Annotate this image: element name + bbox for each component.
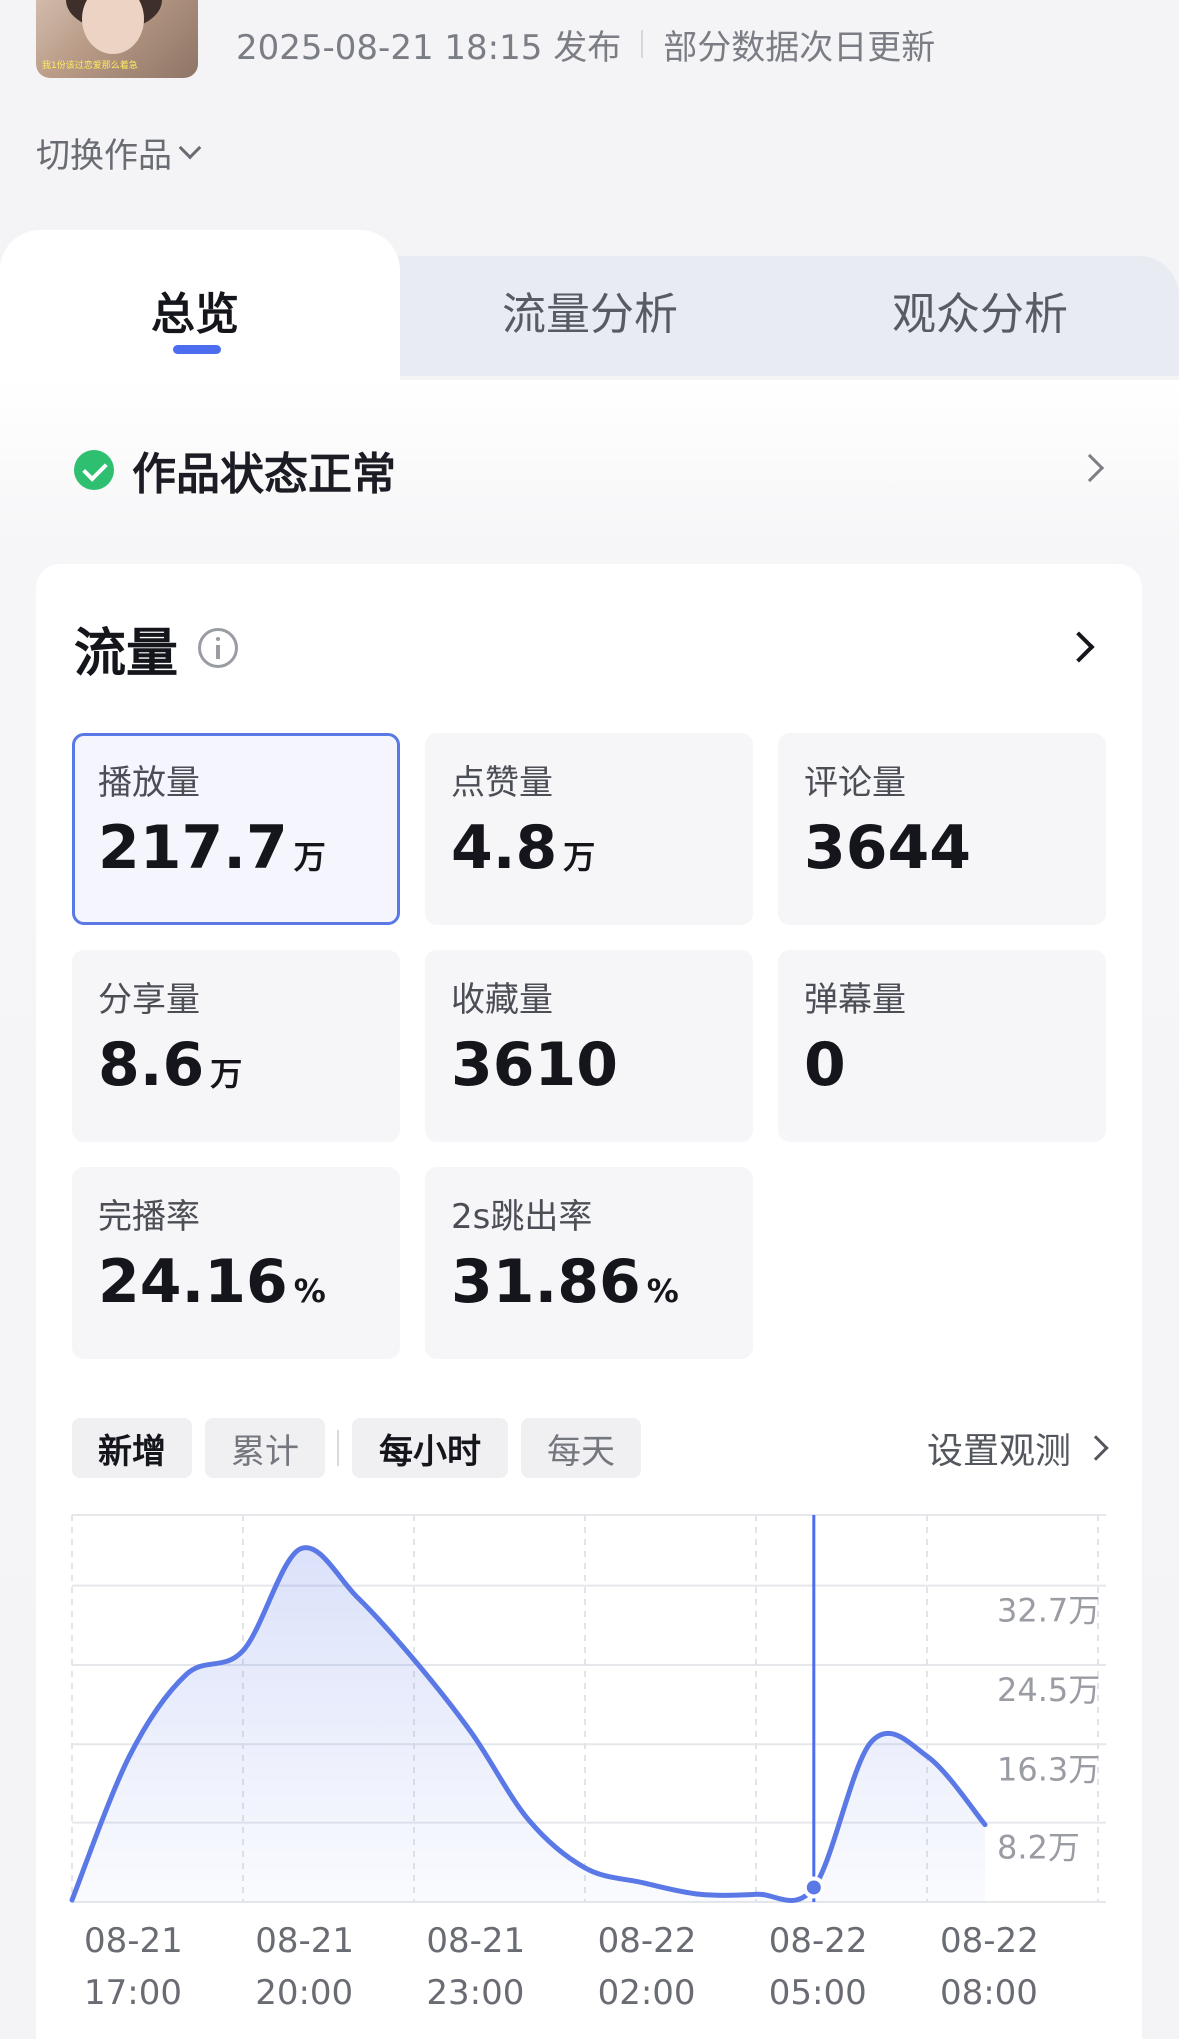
metric-unit: 万 — [293, 838, 326, 876]
metric-unit: % — [293, 1272, 326, 1310]
metric-comments[interactable]: 评论量 3644 — [778, 733, 1106, 925]
chevron-right-icon — [1075, 453, 1105, 483]
x-tick-date: 08-21 — [426, 1921, 525, 1961]
traffic-title: 流量 — [74, 623, 179, 684]
metric-label: 播放量 — [98, 763, 200, 803]
metric-label: 2s跳出率 — [451, 1197, 593, 1237]
x-tick-time: 02:00 — [598, 1973, 696, 2013]
metric-favorites[interactable]: 收藏量 3610 — [425, 950, 753, 1142]
filter-cumulative[interactable]: 累计 — [205, 1418, 325, 1478]
check-circle-icon — [74, 450, 114, 490]
metric-label: 分享量 — [98, 980, 200, 1020]
metric-number: 0 — [804, 1030, 846, 1100]
tab-traffic-analysis[interactable]: 流量分析 — [480, 270, 700, 350]
chevron-right-icon — [1063, 631, 1095, 663]
x-tick-time: 05:00 — [769, 1973, 867, 2013]
set-observe-label: 设置观测 — [926, 1431, 1071, 1472]
y-tick-label: 32.7万 — [997, 1592, 1100, 1630]
metric-bounce-rate[interactable]: 2s跳出率 31.86% — [425, 1167, 753, 1359]
traffic-chart[interactable]: 8.2万 16.3万 24.5万 32.7万 08-21 17:00 08-21 20:00… — [0, 1480, 1179, 2039]
info-icon[interactable] — [198, 628, 239, 668]
work-status-text: 作品状态正常 — [132, 449, 396, 500]
chart-cursor-dot — [802, 1876, 825, 1899]
divider — [641, 30, 644, 58]
metric-unit: % — [646, 1272, 679, 1310]
x-tick-date: 08-22 — [940, 1921, 1039, 1961]
metric-value: 24.16% — [98, 1247, 374, 1326]
metric-completion-rate[interactable]: 完播率 24.16% — [72, 1167, 400, 1359]
chevron-right-icon — [1083, 1435, 1109, 1461]
publish-time: 2025-08-21 18:15 发布 — [236, 27, 622, 68]
metric-plays[interactable]: 播放量 217.7 万 — [72, 733, 400, 925]
thumbnail-caption: 我1份该过恋爱那么着急 — [42, 61, 138, 71]
metric-value: 31.86% — [451, 1247, 727, 1326]
metric-number: 4.8 — [451, 813, 558, 883]
metric-value: 8.6 万 — [98, 1030, 374, 1109]
metric-label: 点赞量 — [451, 763, 553, 803]
x-axis: 08-21 17:00 08-21 20:00 08-21 23:00 08-22 02:00… — [84, 1921, 1039, 2013]
metric-number: 24.16 — [98, 1247, 288, 1317]
y-axis: 8.2万 16.3万 24.5万 32.7万 — [997, 1592, 1100, 1867]
metric-value: 217.7 万 — [98, 813, 374, 892]
x-tick-time: 23:00 — [426, 1973, 524, 2013]
update-note: 部分数据次日更新 — [663, 27, 936, 68]
filter-hourly[interactable]: 每小时 — [352, 1418, 508, 1478]
metric-number: 3610 — [451, 1030, 618, 1100]
x-tick-date: 08-22 — [598, 1921, 697, 1961]
metric-label: 收藏量 — [451, 980, 553, 1020]
tab-indicator — [173, 345, 221, 354]
y-tick-label: 8.2万 — [997, 1829, 1080, 1867]
metric-danmaku[interactable]: 弹幕量 0 — [778, 950, 1106, 1142]
metric-label: 弹幕量 — [804, 980, 906, 1020]
metric-shares[interactable]: 分享量 8.6 万 — [72, 950, 400, 1142]
metric-number: 8.6 — [98, 1030, 205, 1100]
x-tick-date: 08-21 — [255, 1921, 354, 1961]
metric-likes[interactable]: 点赞量 4.8 万 — [425, 733, 753, 925]
metric-label: 评论量 — [804, 763, 906, 803]
y-tick-label: 24.5万 — [997, 1671, 1100, 1709]
x-tick-date: 08-21 — [84, 1921, 183, 1961]
divider — [337, 1430, 339, 1466]
switch-work-label: 切换作品 — [36, 135, 172, 176]
top-strip: 我1份该过恋爱那么着急 2025-08-21 18:15 发布 部分数据次日更新… — [0, 0, 1179, 176]
tab-audience-analysis[interactable]: 观众分析 — [870, 270, 1090, 350]
chart-area — [72, 1547, 985, 1902]
metric-value: 3610 — [451, 1030, 727, 1109]
metric-unit: 万 — [563, 838, 596, 876]
set-observe-button[interactable]: 设置观测 — [926, 1418, 1109, 1478]
x-tick-date: 08-22 — [769, 1921, 868, 1961]
thumbnail-face — [82, 0, 144, 54]
tab-overview[interactable]: 总览 — [100, 270, 290, 350]
metric-value: 3644 — [804, 813, 1080, 892]
video-thumbnail[interactable]: 我1份该过恋爱那么着急 — [36, 0, 198, 78]
filter-daily[interactable]: 每天 — [521, 1418, 641, 1478]
switch-work-button[interactable]: 切换作品 — [36, 130, 202, 176]
metric-number: 217.7 — [98, 813, 288, 883]
metric-unit: 万 — [210, 1055, 243, 1093]
publish-info: 2025-08-21 18:15 发布 部分数据次日更新 — [236, 20, 935, 68]
metric-label: 完播率 — [98, 1197, 200, 1237]
metric-value: 4.8 万 — [451, 813, 727, 892]
y-tick-label: 16.3万 — [997, 1750, 1100, 1788]
metric-number: 31.86 — [451, 1247, 641, 1317]
filter-new[interactable]: 新增 — [72, 1418, 192, 1478]
chevron-down-icon — [178, 136, 202, 160]
x-tick-time: 20:00 — [255, 1973, 353, 2013]
traffic-header[interactable]: 流量 — [74, 616, 1104, 684]
work-status-row[interactable]: 作品状态正常 — [74, 440, 1114, 500]
x-tick-time: 08:00 — [940, 1973, 1038, 2013]
metric-number: 3644 — [804, 813, 971, 883]
metric-value: 0 — [804, 1030, 1080, 1109]
x-tick-time: 17:00 — [84, 1973, 182, 2013]
